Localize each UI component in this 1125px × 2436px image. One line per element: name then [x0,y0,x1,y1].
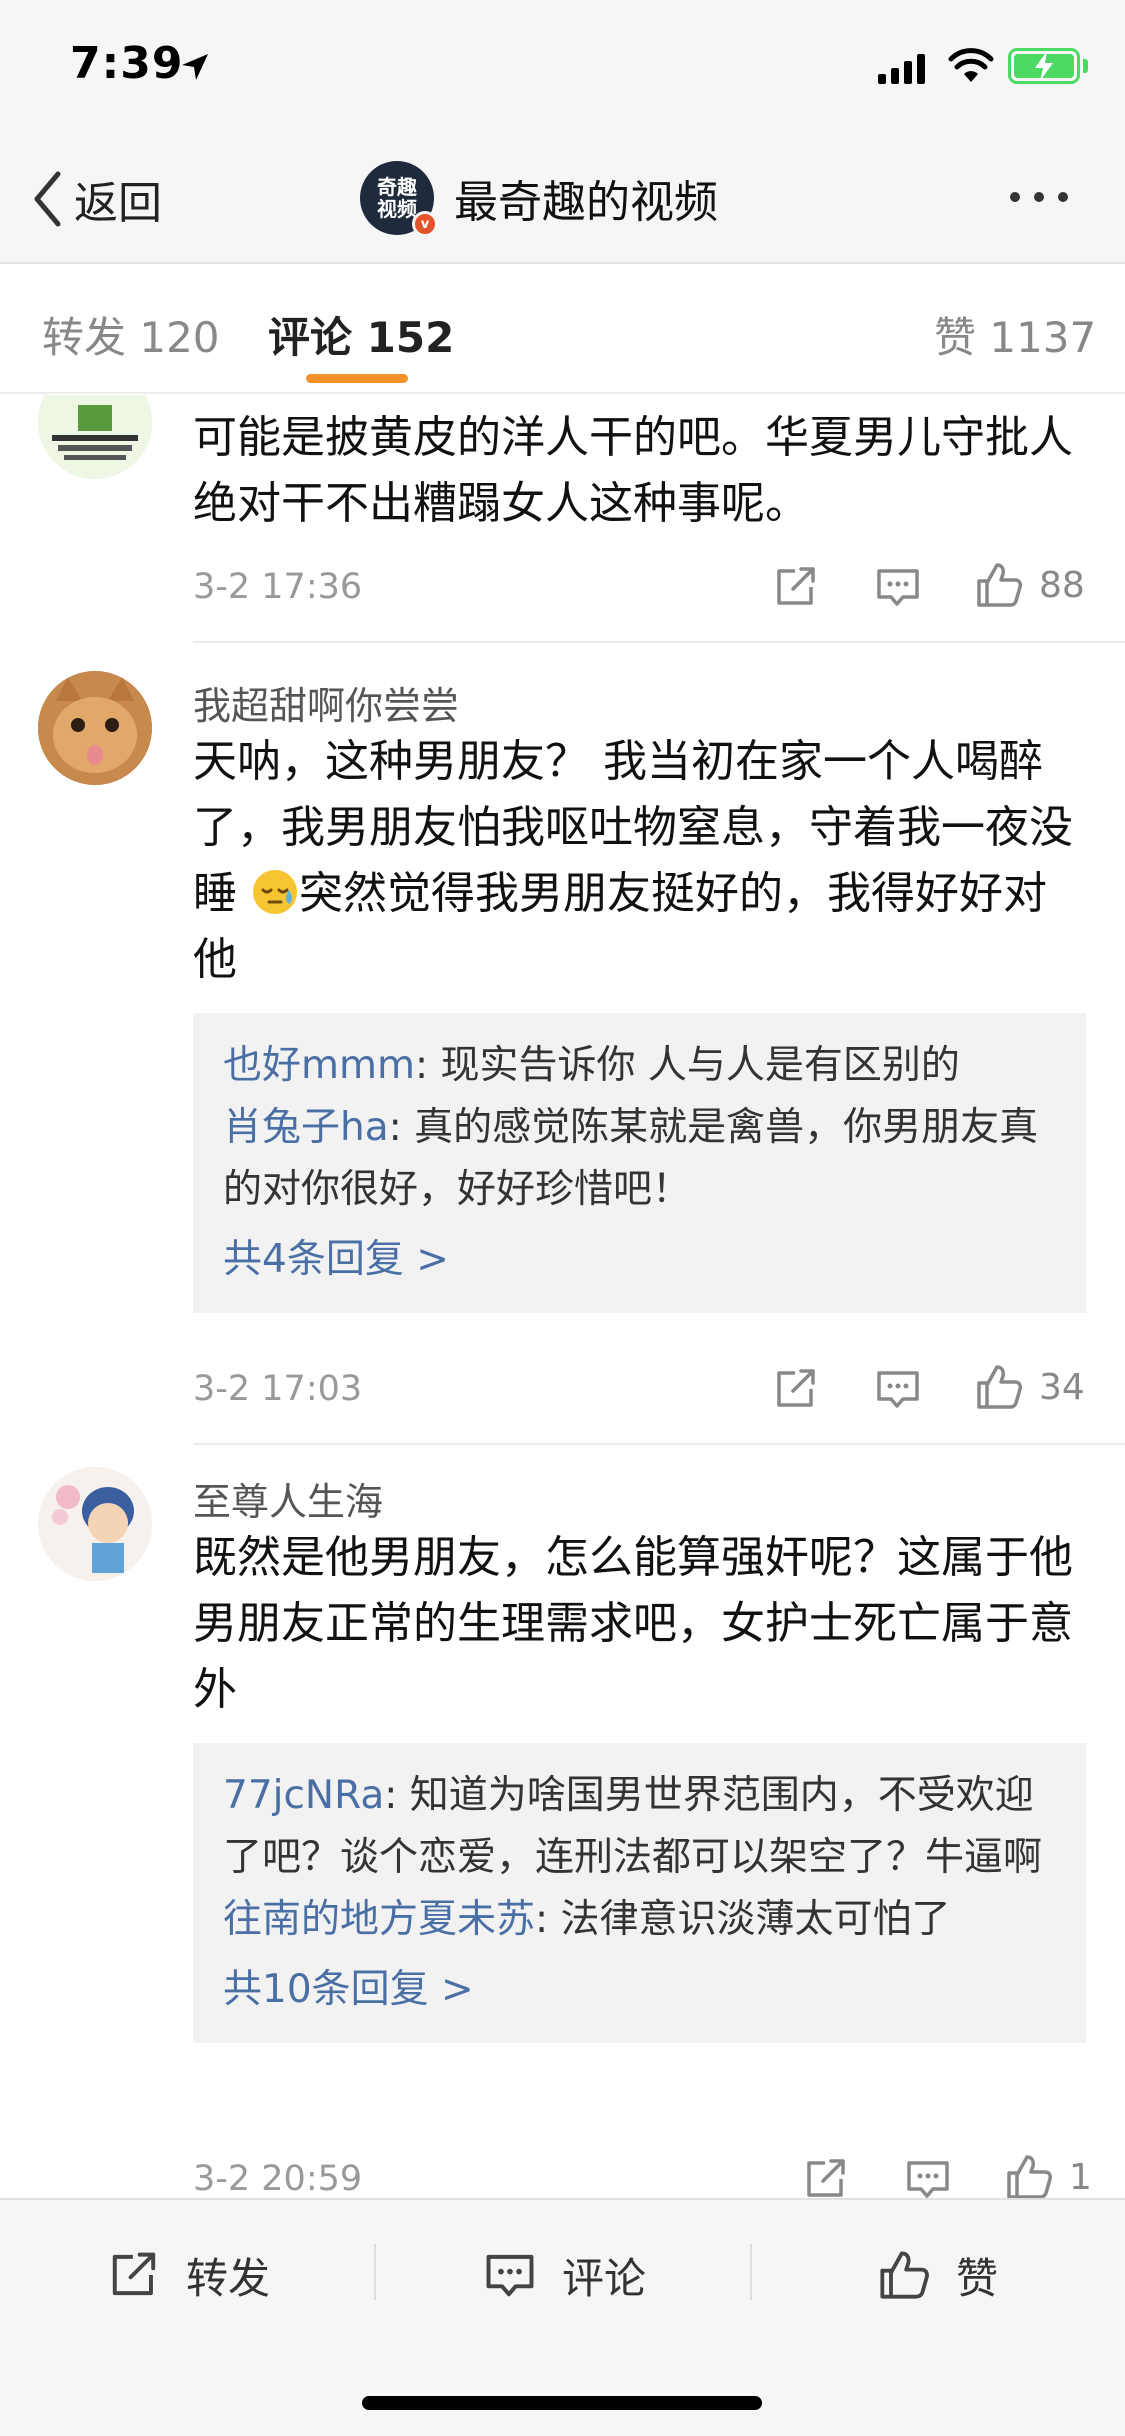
reply-item: 往南的地方夏未苏: 法律意识淡薄太可怕了 [223,1889,1056,1951]
nav-account[interactable]: 奇趣视频 v 最奇趣的视频 [360,156,718,240]
bottom-divider [750,2244,752,2300]
thumbs-up-icon [977,563,1022,607]
like-button[interactable]: 88 [975,561,1085,609]
repost-button[interactable]: 转发 [108,2240,270,2310]
sweat-emoji-icon [253,870,297,914]
battery-nub [1083,59,1088,73]
reply-box[interactable]: 77jcNRa: 知道为啥国男世界范围内，不受欢迎了吧？谈个恋爱，连刑法都可以架… [193,1743,1086,2043]
home-indicator[interactable] [362,2396,762,2410]
avatar[interactable] [38,671,152,785]
comment-icon [486,2254,534,2297]
like-count: 34 [1039,1366,1085,1408]
account-avatar-logo: 奇趣视频 [377,175,417,221]
bottom-divider [374,2244,376,2300]
avatar-image [38,395,152,479]
reply-username[interactable]: 也好mmm [223,1043,415,1088]
like-button[interactable]: 1 [1005,2153,1092,2198]
tab-comments[interactable]: 评论 152 [268,304,454,365]
comment-icon[interactable] [905,2157,951,2198]
cropped-username-fragment [193,395,393,398]
thumbs-up-icon [1007,2155,1052,2198]
comment-meta: 3-2 17:36 88 [193,559,1085,619]
thumbs-up-icon [977,1365,1022,1409]
back-label: 返回 [74,178,162,229]
reply-box[interactable]: 也好mmm: 现实告诉你 人与人是有区别的 肖兔子ha: 真的感觉陈某就是禽兽，… [193,1013,1086,1313]
view-all-replies-link[interactable]: 共4条回复 > [223,1229,1056,1291]
back-button[interactable]: 返回 [32,164,162,234]
reply-item: 肖兔子ha: 真的感觉陈某就是禽兽，你男朋友真的对你很好，好好珍惜吧！ [223,1097,1056,1221]
avatar[interactable] [38,395,152,479]
comment-meta: 3-2 17:03 34 [193,1361,1085,1421]
like-count: 88 [1039,564,1085,606]
navigation-bar: 返回 奇趣视频 v 最奇趣的视频 [0,132,1125,264]
page-title: 最奇趣的视频 [454,177,718,228]
reply-text: : 现实告诉你 人与人是有区别的 [414,1043,960,1088]
tab-likes[interactable]: 赞 1137 [934,304,1096,365]
repost-icon[interactable] [803,2157,849,2198]
repost-icon[interactable] [773,1367,819,1411]
view-all-replies-link[interactable]: 共10条回复 > [223,1959,1056,2021]
cellular-signal-icon [878,52,925,84]
comment-username[interactable]: 至尊人生海 [193,1471,383,1526]
more-options-icon[interactable] [1010,192,1068,202]
comment-body: 可能是披黄皮的洋人干的吧。华夏男儿守批人绝对干不出糟蹋女人这种事呢。 [193,412,1073,529]
comment-divider [193,1443,1125,1445]
comment-username-text: 我超甜啊你尝尝 [193,684,460,728]
like-count: 1 [1069,2156,1092,2198]
comment-username-text: 至尊人生海 [193,1480,384,1524]
active-tab-indicator [306,374,408,383]
comment-icon[interactable] [875,565,921,609]
reply-item: 77jcNRa: 知道为啥国男世界范围内，不受欢迎了吧？谈个恋爱，连刑法都可以架… [223,1765,1056,1889]
repost-icon [112,2252,156,2296]
verified-badge-icon: v [412,211,438,237]
repost-label: 转发 [186,2253,271,2303]
reply-username[interactable]: 往南的地方夏未苏 [223,1897,535,1942]
comment-label: 评论 [562,2253,647,2303]
comment-body: 天呐，这种男朋友？ 我当初在家一个人喝醉了，我男朋友怕我呕吐物窒息，守着我一夜没… [193,729,1083,993]
avatar[interactable] [38,1467,152,1581]
reply-text: : 法律意识淡薄太可怕了 [535,1897,951,1942]
reply-username[interactable]: 肖兔子ha [223,1105,389,1150]
reply-item: 也好mmm: 现实告诉你 人与人是有区别的 [223,1035,1056,1097]
comment-icon[interactable] [875,1367,921,1411]
comment-time: 3-2 17:03 [193,1369,363,1409]
like-label: 赞 [956,2253,999,2303]
comment-divider [193,641,1125,643]
comment-username[interactable]: 我超甜啊你尝尝 [193,675,459,730]
comment-time: 3-2 20:59 [193,2159,363,2198]
chevron-left-icon [34,171,61,227]
reply-username[interactable]: 77jcNRa [223,1773,384,1818]
comment-meta: 3-2 20:59 1 [193,2151,1092,2198]
like-button[interactable]: 赞 [878,2240,998,2310]
comment-button[interactable]: 评论 [484,2240,646,2310]
tab-reposts[interactable]: 转发 120 [42,304,220,365]
comment-body-part2: 突然觉得我男朋友挺好的，我得好好对他 [193,868,1047,985]
repost-icon[interactable] [773,565,819,609]
cartoon-avatar-image [38,1467,152,1581]
comment-body: 既然是他男朋友，怎么能算强奸呢？这属于他男朋友正常的生理需求吧，女护士死亡属于意… [193,1532,1073,1715]
status-bar: 7:39 [0,0,1125,132]
tab-bar: 转发 120 评论 152 赞 1137 [0,264,1125,394]
wifi-icon [948,48,994,82]
account-avatar: 奇趣视频 v [360,161,438,237]
location-arrow-icon [182,54,208,80]
thumbs-up-icon [880,2251,929,2299]
comment-list[interactable]: 可能是披黄皮的洋人干的吧。华夏男儿守批人绝对干不出糟蹋女人这种事呢。 3-2 1… [0,395,1125,2198]
comment-time: 3-2 17:36 [193,567,363,607]
status-time: 7:39 [70,38,184,89]
charging-bolt-icon [1035,51,1053,81]
cat-avatar-image [38,671,152,785]
like-button[interactable]: 34 [975,1363,1085,1411]
